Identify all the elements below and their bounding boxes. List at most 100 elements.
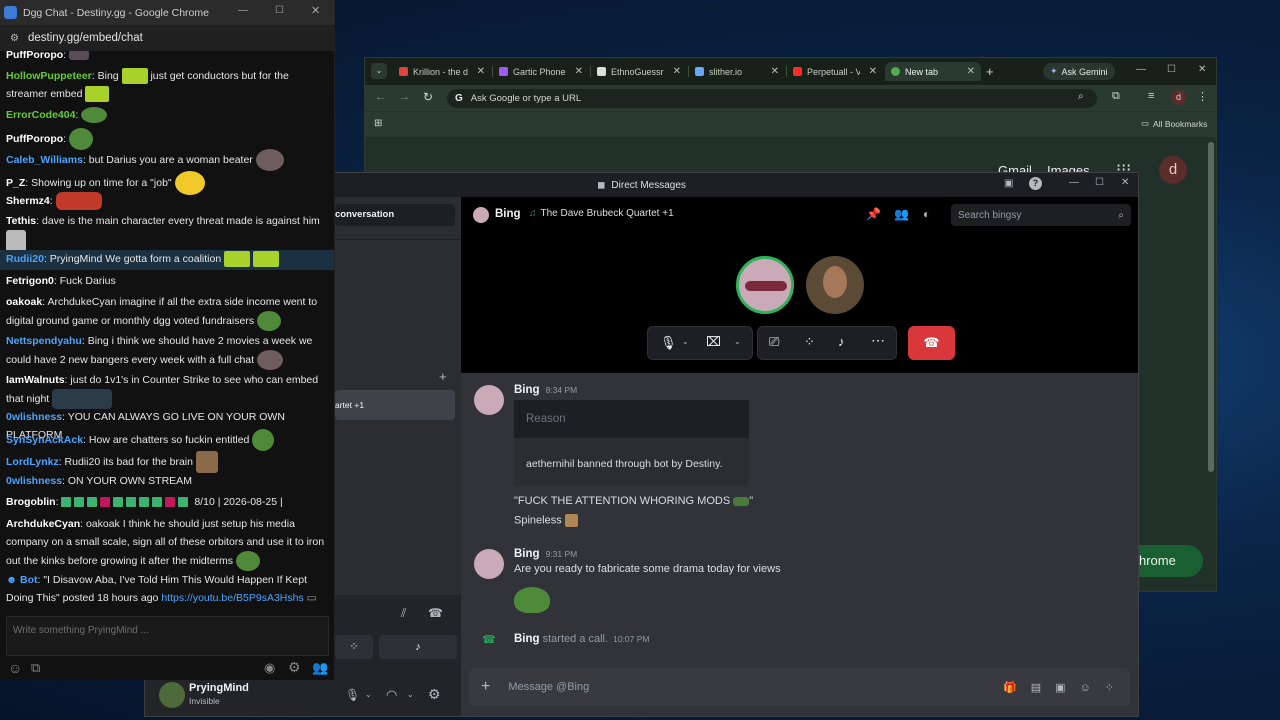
call-participant-bing[interactable] <box>736 256 794 314</box>
omnibox[interactable]: G Ask Google or type a URL <box>447 89 1097 108</box>
chevron-down-icon[interactable]: ⌄ <box>734 337 741 346</box>
forward-button[interactable]: → <box>399 91 410 103</box>
url-bar[interactable]: ⚙ destiny.gg/embed/chat <box>0 25 334 51</box>
tab-gartic-phone[interactable]: Gartic Phone ✕ <box>493 62 589 81</box>
chat-username[interactable]: Shermz4 <box>6 195 50 207</box>
emote-menu-icon[interactable]: ☺ <box>8 660 22 676</box>
chevron-down-icon[interactable]: ⌄ <box>407 690 414 699</box>
emoji-icon[interactable]: ☺ <box>1080 682 1105 694</box>
embed-icon[interactable]: ▭ <box>307 592 317 604</box>
more-options-icon[interactable]: ⋯ <box>871 332 885 349</box>
apps-icon[interactable]: ⁘ <box>1105 682 1128 694</box>
sticker-icon[interactable]: ▣ <box>1055 682 1079 694</box>
chat-input[interactable]: Write something PryingMind ... <box>6 616 329 656</box>
close-tab-icon[interactable]: ✕ <box>571 66 583 77</box>
chat-username[interactable]: Bot <box>20 574 38 586</box>
account-avatar[interactable]: d <box>1159 156 1187 184</box>
soundboard-button[interactable]: ♪ <box>379 635 457 659</box>
activities-icon[interactable]: ⁘ <box>804 334 815 350</box>
find-conversation-button[interactable]: conversation <box>335 204 455 226</box>
tab-new-tab[interactable]: New tab ✕ <box>885 62 981 81</box>
chat-username[interactable]: PuffPoropo <box>6 133 63 145</box>
dm-list-item-active[interactable]: artet +1 <box>335 390 455 420</box>
gift-icon[interactable]: 🎁 <box>1003 682 1031 694</box>
chevron-down-icon[interactable]: ⌄ <box>365 690 372 699</box>
maximize-button[interactable]: ☐ <box>275 5 284 16</box>
user-profile-icon[interactable]: ◐ <box>923 207 930 221</box>
zoom-icon[interactable]: ⌕ <box>1078 91 1084 102</box>
author-avatar[interactable] <box>474 385 504 415</box>
tab-krillion[interactable]: Krillion - the d ✕ <box>393 62 491 81</box>
chat-username[interactable]: LordLynkz <box>6 456 59 468</box>
author-name[interactable]: Bing <box>514 548 540 560</box>
headphones-icon[interactable]: ◠ <box>386 687 397 703</box>
help-icon[interactable]: ? <box>1029 177 1042 190</box>
whispers-icon[interactable]: ⧉ <box>31 660 40 676</box>
close-tab-icon[interactable]: ✕ <box>865 66 877 77</box>
activities-button[interactable]: ⁘ <box>335 635 373 659</box>
camera-off-icon[interactable]: ⌧ <box>706 334 721 350</box>
soundboard-icon[interactable]: ♪ <box>838 334 845 349</box>
back-button[interactable]: ← <box>375 91 386 103</box>
extensions-icon[interactable]: ⧉ <box>1112 90 1120 103</box>
noise-suppression-icon[interactable]: ⫽ <box>401 606 406 621</box>
minimize-button[interactable]: — <box>1069 177 1079 188</box>
watching-icon[interactable]: ◉ <box>264 660 275 676</box>
chat-username[interactable]: 0wlishness <box>6 475 62 487</box>
profile-avatar[interactable]: d <box>1171 90 1186 105</box>
gif-icon[interactable]: ▤ <box>1031 682 1055 694</box>
microphone-icon[interactable]: 🎙 <box>345 688 360 702</box>
chat-username[interactable]: ErrorCode404 <box>6 109 75 121</box>
settings-gear-icon[interactable]: ⚙ <box>288 659 301 676</box>
tab-slither[interactable]: slither.io ✕ <box>689 62 785 81</box>
search-input[interactable]: Search bingsy ⌕ <box>951 204 1131 226</box>
chat-username[interactable]: Tethis <box>6 215 36 227</box>
chat-username[interactable]: SynSynAckAck <box>6 434 83 446</box>
chat-username[interactable]: Caleb_Williams <box>6 154 83 166</box>
reload-button[interactable]: ↻ <box>423 90 433 104</box>
chat-username[interactable]: P_Z <box>6 177 25 189</box>
chat-username[interactable]: Nettspendyahu <box>6 335 82 347</box>
tab-perpetuall[interactable]: Perpetuall - V ✕ <box>787 62 883 81</box>
inbox-icon[interactable]: ▣ <box>1004 178 1013 189</box>
all-bookmarks-button[interactable]: ▭ All Bookmarks <box>1141 118 1207 129</box>
user-avatar[interactable] <box>159 682 185 708</box>
chat-username[interactable]: Rudii20 <box>6 253 44 265</box>
chat-username[interactable]: Brogoblin <box>6 496 56 508</box>
call-participant-2[interactable] <box>806 256 864 314</box>
chat-username[interactable]: 0wlishness <box>6 411 62 423</box>
close-tab-icon[interactable]: ✕ <box>767 66 779 77</box>
chat-username[interactable]: Fetrigon0 <box>6 275 54 287</box>
author-name[interactable]: Bing <box>514 633 540 645</box>
add-friends-icon[interactable]: 👥 <box>894 207 909 221</box>
message-input[interactable]: + Message @Bing 🎁▤▣☺⁘ <box>469 668 1130 706</box>
media-controls-icon[interactable]: ≡ <box>1148 90 1154 102</box>
site-settings-icon[interactable]: ⚙ <box>10 33 19 44</box>
chrome-menu-icon[interactable]: ⋮ <box>1197 90 1208 103</box>
author-name[interactable]: Bing <box>514 384 540 396</box>
chat-username[interactable]: IamWalnuts <box>6 374 65 386</box>
disconnect-icon[interactable]: ☎ <box>428 606 443 620</box>
create-dm-icon[interactable]: + <box>439 369 447 384</box>
close-tab-icon[interactable]: ✕ <box>669 66 681 77</box>
maximize-button[interactable]: ☐ <box>1167 64 1176 75</box>
minimize-button[interactable]: — <box>238 5 248 16</box>
new-tab-button[interactable]: + <box>986 64 994 79</box>
add-attachment-icon[interactable]: + <box>481 678 490 696</box>
leave-call-button[interactable]: ☎ <box>908 326 955 360</box>
maximize-button[interactable]: ☐ <box>1095 177 1104 188</box>
chat-username[interactable]: oakoak <box>6 296 42 308</box>
chat-username[interactable]: PuffPoropo <box>6 51 63 61</box>
page-scrollbar[interactable] <box>1208 142 1214 472</box>
close-window-button[interactable]: ✕ <box>311 4 320 17</box>
tab-search-button[interactable]: ⌄ <box>371 63 387 79</box>
close-tab-icon[interactable]: ✕ <box>963 66 975 77</box>
ask-gemini-button[interactable]: ✦ Ask Gemini <box>1043 63 1115 80</box>
settings-gear-icon[interactable]: ⚙ <box>428 686 441 703</box>
chat-username[interactable]: ArchdukeCyan <box>6 518 80 530</box>
chevron-down-icon[interactable]: ⌄ <box>682 337 689 346</box>
apps-grid-icon[interactable]: ⊞ <box>374 118 382 129</box>
youtube-link[interactable]: https://youtu.be/B5P9sA3Hshs <box>161 592 303 604</box>
pin-icon[interactable]: 📌 <box>866 207 881 221</box>
chat-username[interactable]: HollowPuppeteer <box>6 70 92 82</box>
